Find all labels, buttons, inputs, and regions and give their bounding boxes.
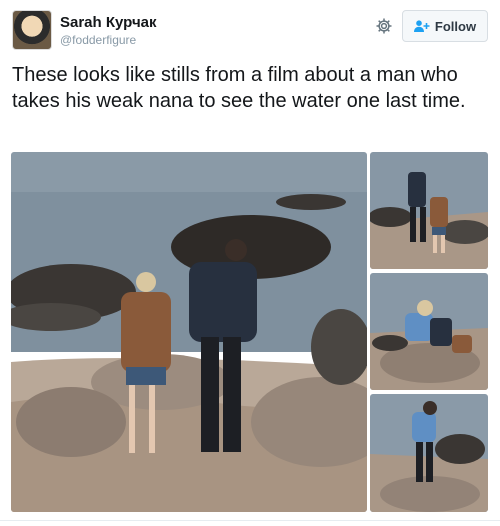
avatar[interactable] bbox=[12, 10, 52, 50]
photo-main[interactable] bbox=[11, 152, 367, 512]
photo-thumb-3[interactable] bbox=[370, 394, 488, 512]
divider bbox=[0, 520, 500, 521]
gear-icon[interactable] bbox=[374, 16, 394, 36]
photo-thumb-2[interactable] bbox=[370, 273, 488, 390]
follow-button[interactable]: Follow bbox=[402, 10, 488, 42]
tweet-text: These looks like stills from a film abou… bbox=[12, 64, 466, 112]
tweet-header: Sarah Курчак @fodderfigure Follow bbox=[12, 8, 488, 52]
photo-thumb-1[interactable] bbox=[370, 152, 488, 269]
media-grid bbox=[11, 152, 489, 512]
follow-label: Follow bbox=[434, 18, 477, 34]
add-user-icon bbox=[413, 20, 430, 32]
user-handle[interactable]: @fodderfigure bbox=[60, 33, 136, 47]
display-name[interactable]: Sarah Курчак bbox=[60, 14, 157, 31]
